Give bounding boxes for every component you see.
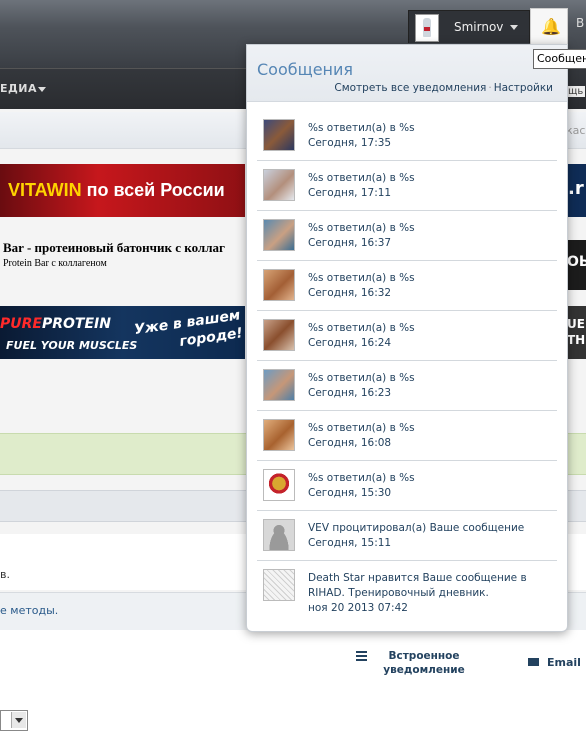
right-banner-1[interactable]: .r — [566, 164, 586, 217]
inline-notification-option[interactable]: Встроенное уведомление — [356, 649, 474, 677]
notification-text[interactable]: %s ответил(а) в %s — [308, 221, 415, 236]
notification-time: Сегодня, 16:37 — [308, 237, 392, 249]
notification-time: ноя 20 2013 07:42 — [308, 602, 408, 614]
notifications-button[interactable]: 🔔 — [530, 8, 568, 45]
user-avatar[interactable] — [263, 319, 295, 351]
envelope-icon — [528, 658, 539, 666]
nav-item-media[interactable]: ЕДИА — [0, 82, 37, 95]
user-avatar[interactable] — [263, 269, 295, 301]
notifications-tooltip: Сообщения — [533, 49, 586, 69]
link-separator: · — [488, 82, 492, 94]
notification-time: Сегодня, 16:32 — [308, 287, 392, 299]
chevron-down-icon — [38, 87, 46, 92]
notification-text[interactable]: Death Star нравится Ваше сообщение в RIH… — [308, 571, 548, 601]
notification-text[interactable]: %s ответил(а) в %s — [308, 321, 415, 336]
notification-text[interactable]: %s ответил(а) в %s — [308, 171, 415, 186]
bell-icon: 🔔 — [541, 17, 561, 36]
user-avatar[interactable] — [263, 369, 295, 401]
notification-item[interactable]: %s ответил(а) в %s Сегодня, 17:35 — [257, 111, 557, 161]
notification-item[interactable]: %s ответил(а) в %s Сегодня, 16:24 — [257, 311, 557, 361]
dropdown-select[interactable] — [0, 710, 28, 731]
pp-promo: Уже в вашем городе! — [133, 307, 244, 350]
view-all-notifications-link[interactable]: Смотреть все уведомления — [334, 82, 486, 94]
right-banner-3-text: UE TH — [567, 317, 586, 347]
right-banner-1-text: .r — [568, 178, 584, 199]
notification-time: Сегодня, 16:24 — [308, 337, 392, 349]
right-banner-3[interactable]: UE TH — [566, 306, 586, 359]
notification-text[interactable]: %s ответил(а) в %s — [308, 471, 415, 486]
header-right-fragment[interactable]: B — [576, 16, 584, 30]
username-label: Smirnov — [454, 20, 504, 34]
content-fragment: в. — [0, 568, 10, 581]
user-avatar[interactable] — [263, 469, 295, 501]
user-avatar[interactable] — [263, 219, 295, 251]
pure-protein-banner[interactable]: PUREPROTEIN FUEL YOUR MUSCLES Уже в ваше… — [0, 306, 245, 359]
methods-text: е методы. — [0, 604, 59, 617]
notification-item[interactable]: %s ответил(а) в %s Сегодня, 16:37 — [257, 211, 557, 261]
inline-notification-label: Встроенное уведомление — [383, 650, 465, 676]
protein-bar-subtitle: Protein Bar с коллагеном — [3, 258, 107, 269]
user-avatar[interactable] — [263, 419, 295, 451]
notification-text[interactable]: %s ответил(а) в %s — [308, 421, 415, 436]
notification-item[interactable]: %s ответил(а) в %s Сегодня, 16:32 — [257, 261, 557, 311]
notification-item[interactable]: Death Star нравится Ваше сообщение в RIH… — [257, 561, 557, 623]
nav-right-fragment[interactable]: щь — [566, 86, 586, 97]
user-menu-button[interactable]: Smirnov — [408, 10, 530, 43]
notification-text[interactable]: VEV процитировал(а) Ваше сообщение — [308, 521, 524, 536]
user-avatar — [415, 14, 439, 42]
notification-time: Сегодня, 17:11 — [308, 187, 392, 199]
notification-time: Сегодня, 15:11 — [308, 537, 392, 549]
notification-item[interactable]: %s ответил(а) в %s Сегодня, 15:30 — [257, 461, 557, 511]
chevron-down-icon — [510, 25, 518, 30]
popup-header: Сообщения Смотреть все уведомления · Настр… — [247, 45, 567, 102]
pp-brand-a: PURE — [0, 316, 42, 332]
notification-time: Сегодня, 16:23 — [308, 387, 392, 399]
user-avatar[interactable] — [263, 169, 295, 201]
user-avatar[interactable] — [263, 119, 295, 151]
user-avatar[interactable] — [263, 569, 295, 601]
notification-item[interactable]: %s ответил(а) в %s Сегодня, 17:11 — [257, 161, 557, 211]
notification-item[interactable]: %s ответил(а) в %s Сегодня, 16:23 — [257, 361, 557, 411]
email-option-label: Email — [547, 656, 581, 669]
pp-brand-b: PROTEIN — [41, 316, 111, 332]
chevron-down-icon — [11, 712, 26, 728]
pp-tagline: FUEL YOUR MUSCLES — [6, 339, 138, 352]
notification-text[interactable]: %s ответил(а) в %s — [308, 271, 415, 286]
vitawin-brand: VITAWIN — [8, 180, 82, 200]
notification-time: Сегодня, 16:08 — [308, 437, 392, 449]
notification-text[interactable]: %s ответил(а) в %s — [308, 371, 415, 386]
default-avatar[interactable] — [263, 519, 295, 551]
right-banner-2[interactable]: ОЬ — [566, 240, 586, 290]
popup-title: Сообщения — [257, 60, 354, 79]
vitawin-tagline: по всей России — [81, 180, 225, 200]
notification-text[interactable]: %s ответил(а) в %s — [308, 121, 415, 136]
options-area — [0, 630, 586, 732]
notification-item[interactable]: VEV процитировал(а) Ваше сообщение Сегод… — [257, 511, 557, 561]
right-banner-2-text: ОЬ — [567, 254, 586, 270]
protein-bar-title[interactable]: Bar - протеиновый батончик с коллаг — [3, 240, 225, 256]
notification-time: Сегодня, 15:30 — [308, 487, 392, 499]
notification-list: %s ответил(а) в %s Сегодня, 17:35 %s отв… — [257, 111, 557, 623]
notification-time: Сегодня, 17:35 — [308, 137, 392, 149]
vitawin-banner[interactable]: VITAWIN по всей России — [0, 164, 245, 217]
breadcrumb-right-fragment: кас — [566, 124, 586, 137]
list-icon — [356, 651, 367, 662]
settings-link[interactable]: Настройки — [494, 82, 553, 94]
notification-item[interactable]: %s ответил(а) в %s Сегодня, 16:08 — [257, 411, 557, 461]
notifications-popup: Сообщения Смотреть все уведомления · Настр… — [246, 44, 568, 632]
